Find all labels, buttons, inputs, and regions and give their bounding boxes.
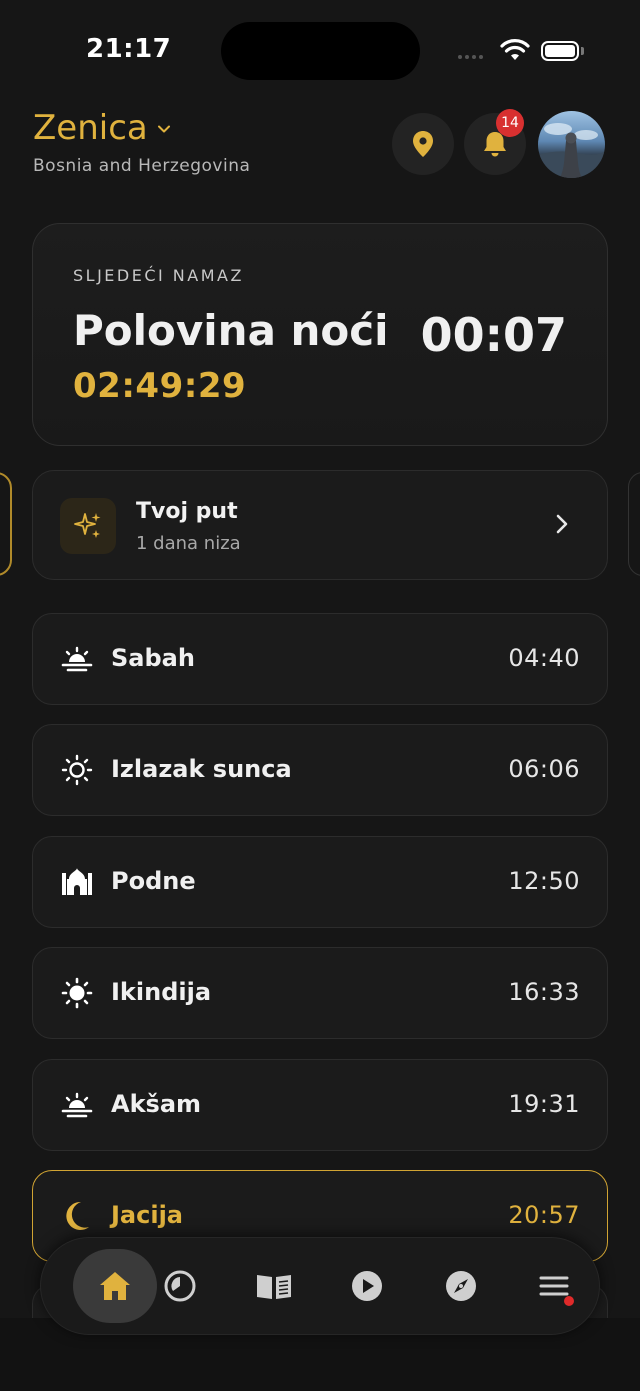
prayer-time: 12:50 <box>508 867 580 895</box>
tab-qibla[interactable] <box>430 1255 492 1317</box>
home-icon <box>100 1272 130 1300</box>
menu-icon <box>539 1276 569 1296</box>
journey-card[interactable]: Tvoj put 1 dana niza <box>32 470 608 580</box>
prayer-row-ikindija[interactable]: Ikindija 16:33 <box>32 947 608 1039</box>
tab-bar <box>40 1237 600 1335</box>
clock-icon <box>164 1270 196 1302</box>
tab-home[interactable] <box>73 1249 157 1323</box>
carousel-next-card[interactable] <box>628 472 640 576</box>
compass-icon <box>446 1271 476 1301</box>
prayer-name: Podne <box>111 867 196 895</box>
journey-streak: 1 dana niza <box>136 533 241 554</box>
next-prayer-label: SLJEDEĆI NAMAZ <box>73 266 244 285</box>
sparkles-icon <box>60 498 116 554</box>
prayer-name: Ikindija <box>111 978 212 1006</box>
sun-outline-icon <box>60 753 94 787</box>
countdown-timer: 02:49:29 <box>73 366 247 406</box>
prayer-name: Jacija <box>111 1201 183 1229</box>
avatar-image <box>538 123 605 178</box>
notification-badge: 14 <box>496 109 524 137</box>
menu-alert-dot <box>564 1296 574 1306</box>
prayer-time: 16:33 <box>508 978 580 1006</box>
play-icon <box>352 1271 382 1301</box>
wifi-icon <box>500 39 530 60</box>
prayer-row-sabah[interactable]: Sabah 04:40 <box>32 613 608 705</box>
tab-quran[interactable] <box>243 1255 305 1317</box>
prayer-row-podne[interactable]: Podne 12:50 <box>32 836 608 928</box>
prayer-row-aksam[interactable]: Akšam 19:31 <box>32 1059 608 1151</box>
country-name: Bosnia and Herzegovina <box>33 156 251 176</box>
prayer-time: 19:31 <box>508 1090 580 1118</box>
mosque-icon <box>60 865 94 899</box>
sunrise-icon <box>60 642 94 676</box>
tab-media[interactable] <box>336 1255 398 1317</box>
battery-icon <box>541 41 579 61</box>
location-pin-icon <box>413 131 433 157</box>
prayer-name: Akšam <box>111 1090 202 1118</box>
moon-icon <box>60 1199 94 1233</box>
status-bar: 21:17 <box>0 0 640 100</box>
chevron-right-icon <box>556 514 568 534</box>
notifications-button[interactable]: 14 <box>464 109 526 175</box>
cellular-signal-icon <box>458 55 483 59</box>
prayer-name: Izlazak sunca <box>111 755 292 783</box>
location-header: Zenica Bosnia and Herzegovina <box>33 108 250 176</box>
sun-icon <box>60 976 94 1010</box>
dynamic-island <box>221 22 420 80</box>
chevron-down-icon <box>157 125 170 133</box>
sunset-icon <box>60 1088 94 1122</box>
next-prayer-card: SLJEDEĆI NAMAZ Polovina noći 00:07 02:49… <box>32 223 608 446</box>
prayer-name: Sabah <box>111 644 195 672</box>
journey-title: Tvoj put <box>136 499 238 524</box>
city-name: Zenica <box>33 108 148 148</box>
next-prayer-time: 00:07 <box>420 308 567 362</box>
tab-menu[interactable] <box>523 1255 585 1317</box>
book-icon <box>257 1275 291 1299</box>
prayer-time: 06:06 <box>508 755 580 783</box>
next-prayer-name: Polovina noći <box>73 306 389 355</box>
status-time: 21:17 <box>86 34 172 64</box>
tab-clock[interactable] <box>149 1255 211 1317</box>
prayer-time: 04:40 <box>508 644 580 672</box>
prayer-time: 20:57 <box>508 1201 580 1229</box>
carousel-prev-card[interactable] <box>0 472 12 576</box>
avatar[interactable] <box>538 111 605 178</box>
prayer-row-izlazak-sunca[interactable]: Izlazak sunca 06:06 <box>32 724 608 816</box>
location-button[interactable] <box>392 113 454 175</box>
city-selector[interactable]: Zenica <box>33 108 250 148</box>
